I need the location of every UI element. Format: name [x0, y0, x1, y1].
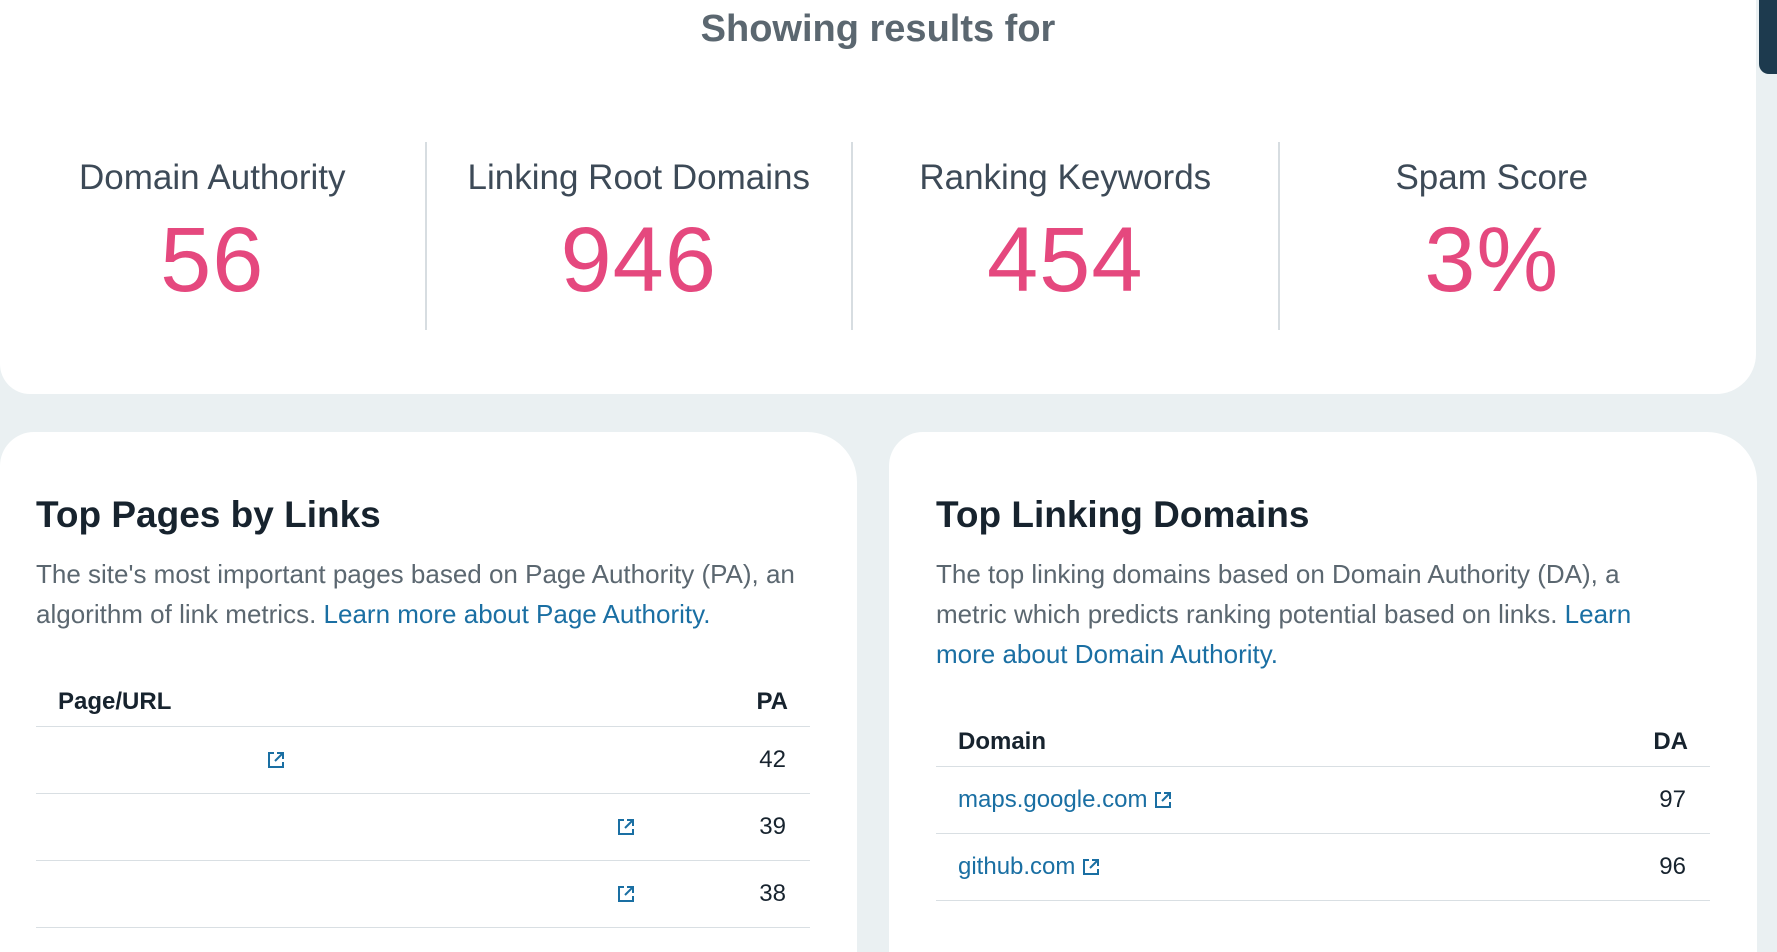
showing-results-heading: Showing results for	[700, 8, 1056, 50]
column-header-pa: PA	[756, 688, 788, 715]
page-url-link[interactable]	[58, 759, 260, 761]
top-domains-table: Domain DA maps.google.com 97 github.com …	[936, 718, 1710, 901]
page-url-link[interactable]	[58, 826, 610, 828]
table-header: Page/URL PA	[36, 678, 810, 727]
domain-cell: github.com	[958, 853, 1101, 881]
external-link-icon[interactable]	[616, 884, 636, 904]
top-linking-domains-panel: Top Linking Domains The top linking doma…	[889, 432, 1757, 952]
top-pages-panel: Top Pages by Links The site's most impor…	[0, 432, 857, 952]
metric-domain-authority: Domain Authority 56	[0, 142, 425, 330]
results-summary-card: Showing results for Domain Authority 56 …	[0, 0, 1756, 394]
learn-more-page-authority-link[interactable]: Learn more about Page Authority.	[324, 599, 711, 629]
metric-label: Spam Score	[1395, 158, 1589, 197]
metrics-row: Domain Authority 56 Linking Root Domains…	[0, 142, 1704, 330]
domain-link[interactable]: github.com	[958, 853, 1075, 881]
page-url-link[interactable]	[58, 893, 610, 895]
domain-cell: maps.google.com	[958, 786, 1173, 814]
metric-value: 946	[560, 209, 717, 311]
table-row: github.com 96	[936, 834, 1710, 901]
external-link-icon[interactable]	[1153, 790, 1173, 810]
metric-label: Domain Authority	[78, 158, 346, 197]
pa-value: 39	[759, 813, 786, 840]
external-link-icon[interactable]	[616, 817, 636, 837]
pa-value: 42	[759, 746, 786, 773]
metric-ranking-keywords: Ranking Keywords 454	[851, 142, 1278, 330]
table-header: Domain DA	[936, 718, 1710, 767]
pa-value: 38	[759, 880, 786, 907]
top-pages-title: Top Pages by Links	[36, 494, 381, 535]
column-header-page-url: Page/URL	[58, 688, 172, 715]
table-row: maps.google.com 97	[936, 767, 1710, 834]
column-header-domain: Domain	[958, 728, 1047, 755]
external-link-icon[interactable]	[1081, 857, 1101, 877]
page-url-cell[interactable]	[58, 750, 286, 770]
metric-linking-root-domains: Linking Root Domains 946	[424, 142, 852, 330]
domain-link[interactable]: maps.google.com	[958, 786, 1147, 814]
metric-label: Linking Root Domains	[467, 158, 810, 197]
metric-value: 454	[987, 209, 1144, 311]
table-row: 39	[36, 794, 810, 861]
metric-value: 3%	[1424, 209, 1560, 311]
window-edge	[1759, 0, 1777, 74]
table-row: 38	[36, 861, 810, 928]
top-pages-table: Page/URL PA 42 39 38	[36, 678, 810, 928]
table-row: 42	[36, 727, 810, 794]
da-value: 97	[1659, 786, 1686, 813]
metric-value: 56	[160, 209, 265, 311]
top-pages-description: The site's most important pages based on…	[36, 554, 826, 634]
da-value: 96	[1659, 853, 1686, 880]
page-url-cell[interactable]	[58, 884, 636, 904]
top-domains-description-text: The top linking domains based on Domain …	[936, 559, 1620, 629]
external-link-icon[interactable]	[266, 750, 286, 770]
top-linking-domains-title: Top Linking Domains	[936, 494, 1310, 535]
metric-spam-score: Spam Score 3%	[1277, 142, 1705, 330]
metric-label: Ranking Keywords	[919, 158, 1212, 197]
column-header-da: DA	[1653, 728, 1688, 755]
page-url-cell[interactable]	[58, 817, 636, 837]
top-linking-domains-description: The top linking domains based on Domain …	[936, 554, 1656, 674]
